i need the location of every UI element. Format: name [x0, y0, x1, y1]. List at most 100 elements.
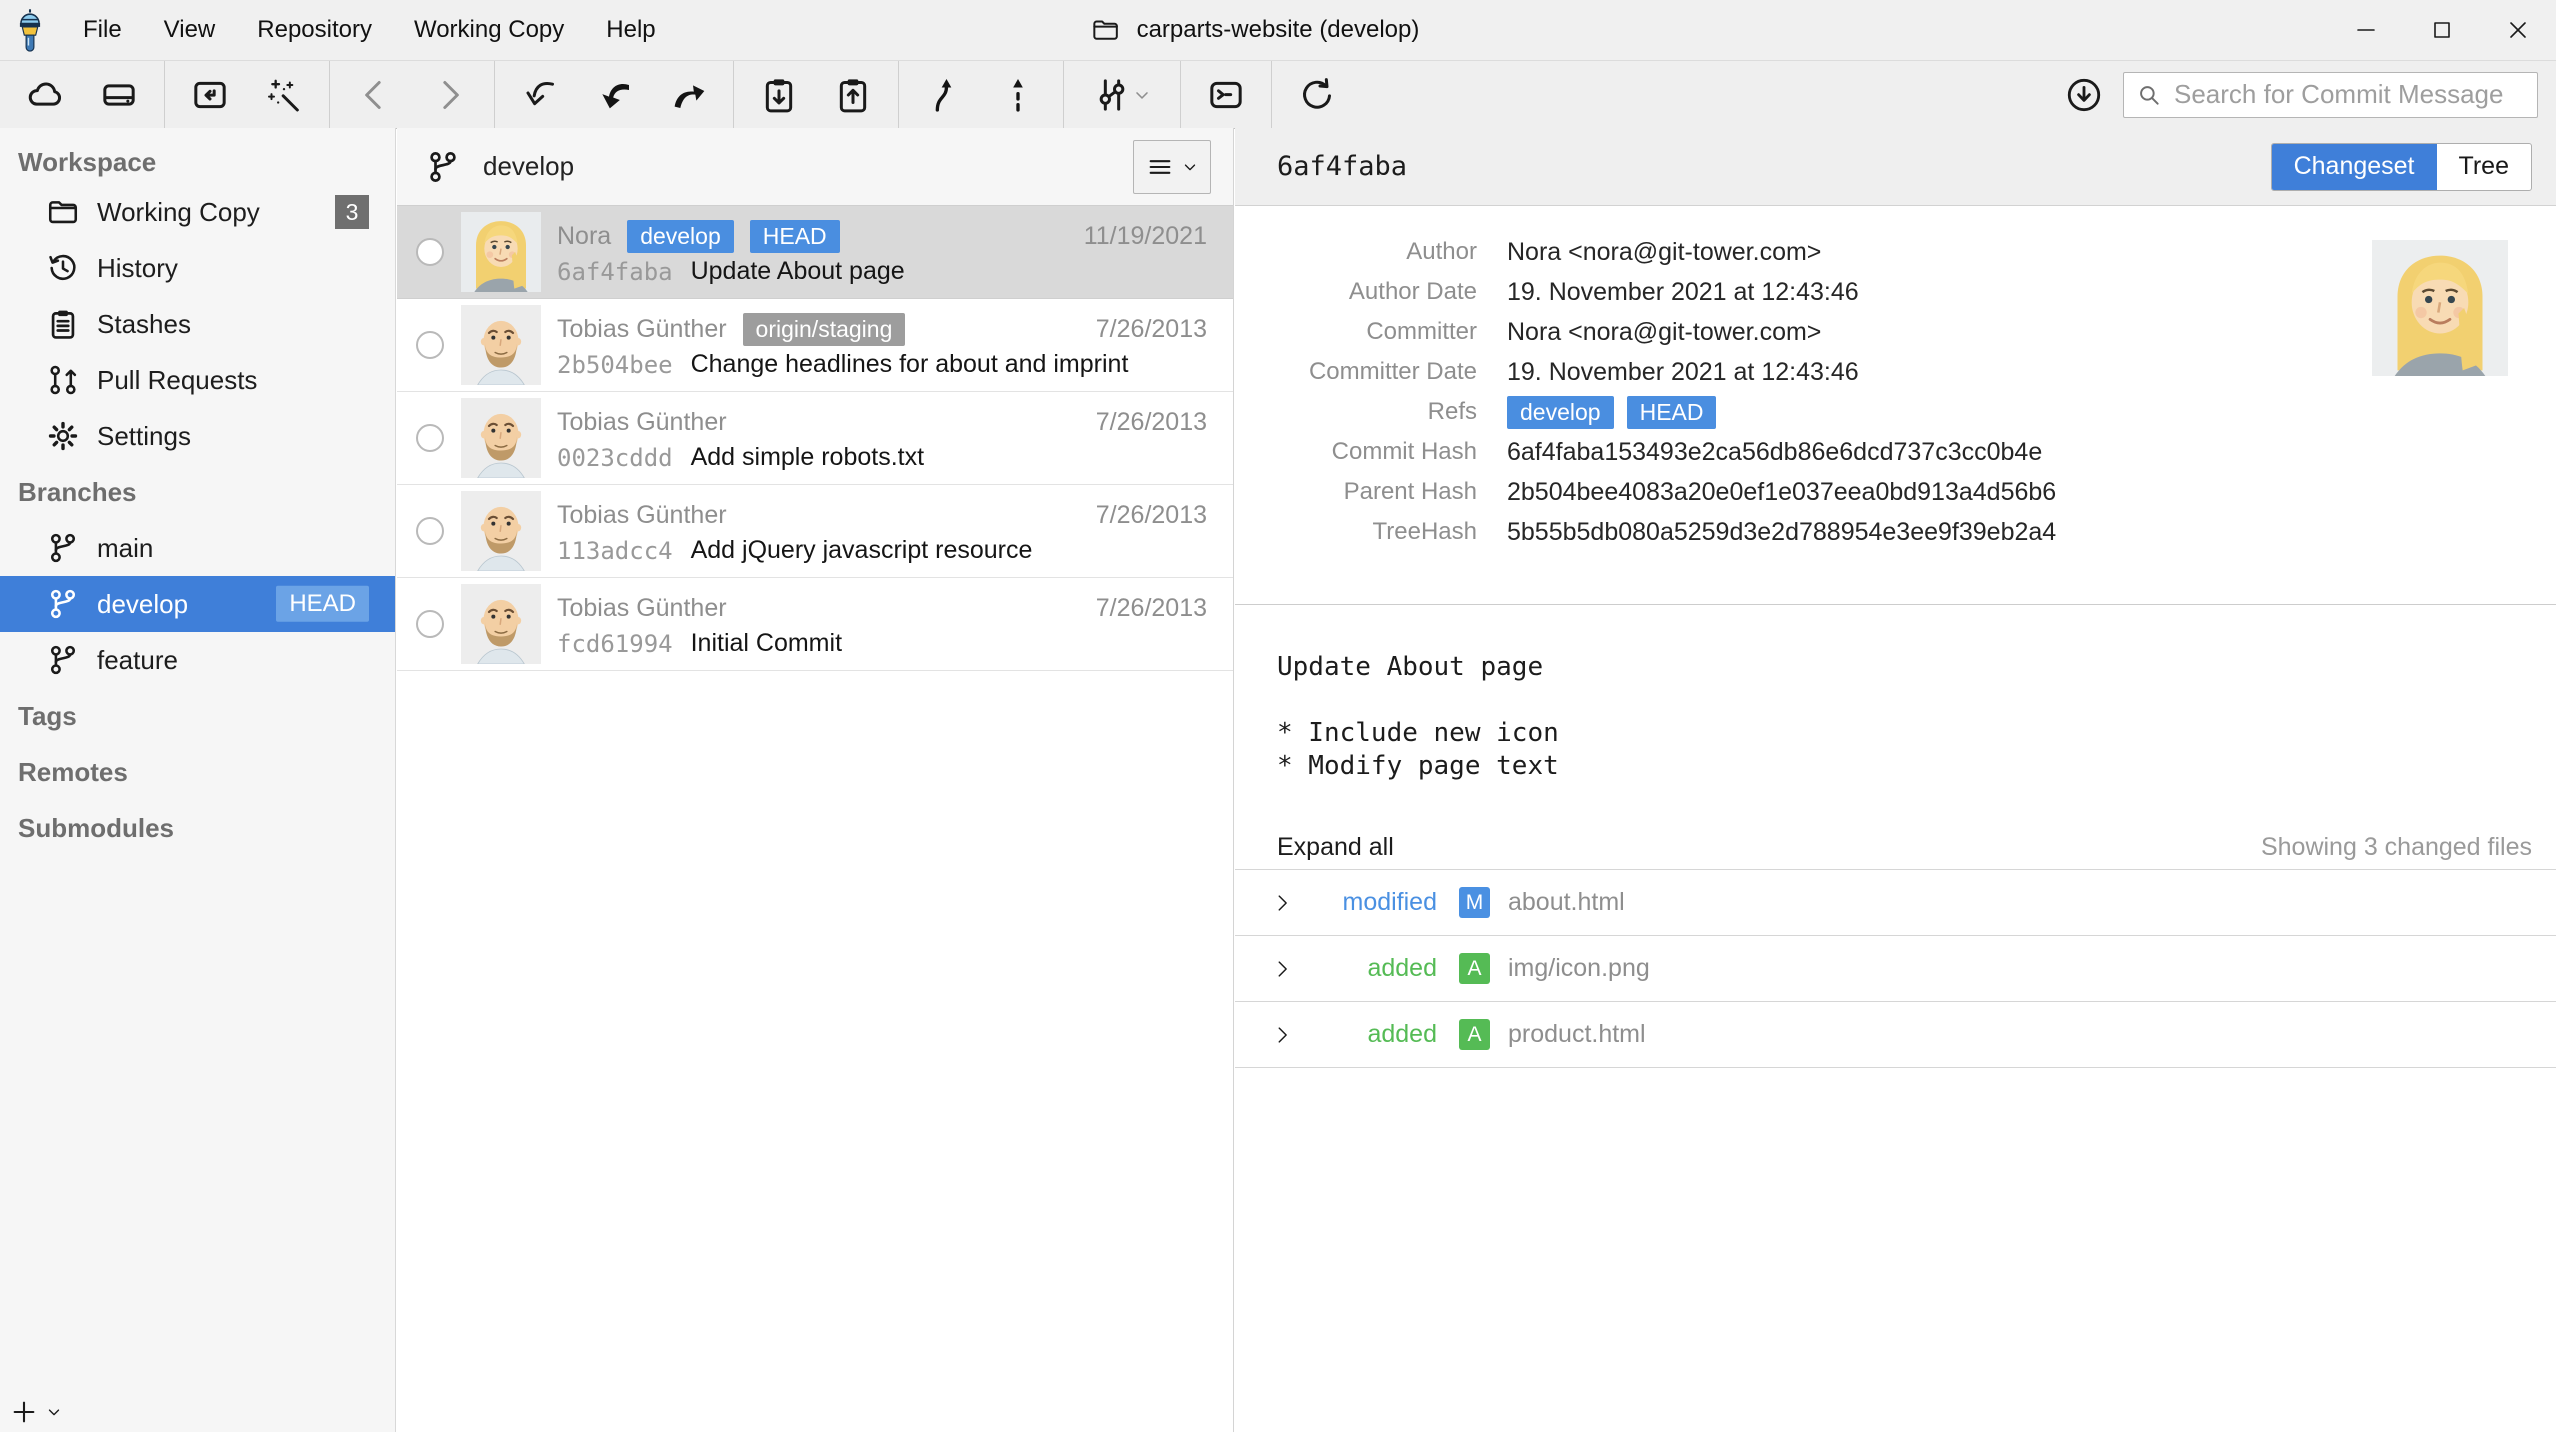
stash-save-button[interactable]: [746, 68, 812, 122]
commit-date: 7/26/2013: [1096, 594, 1207, 623]
commit-date: 7/26/2013: [1096, 315, 1207, 344]
field-value: 19. November 2021 at 12:43:46: [1507, 358, 1859, 387]
folder-icon: [46, 195, 80, 229]
add-repository-button[interactable]: [10, 1398, 63, 1426]
sidebar-item-working-copy[interactable]: Working Copy 3: [0, 184, 395, 240]
clipboard-down-icon: [759, 75, 799, 115]
branch-icon: [46, 531, 80, 565]
gear-icon: [46, 419, 80, 453]
quick-actions-button[interactable]: [251, 68, 317, 122]
search-input[interactable]: [2172, 78, 2525, 111]
commit-list-panel: develop: [397, 128, 1234, 1432]
detail-body: Author Nora <nora@git-tower.com> Author …: [1235, 206, 2556, 1432]
menu-view[interactable]: View: [143, 0, 237, 60]
pull-button[interactable]: [581, 68, 647, 122]
added-badge: A: [1459, 953, 1490, 984]
services-button[interactable]: [12, 68, 78, 122]
commit-author: Nora: [557, 222, 611, 251]
minimize-button[interactable]: [2328, 0, 2404, 60]
commit-graph-node: [416, 424, 444, 452]
menu-help[interactable]: Help: [585, 0, 676, 60]
close-button[interactable]: [2480, 0, 2556, 60]
sidebar-item-label: Settings: [97, 421, 191, 452]
compare-button[interactable]: [1076, 68, 1168, 122]
avatar-nora: [461, 212, 541, 292]
maximize-button[interactable]: [2404, 0, 2480, 60]
commit-row[interactable]: Tobias Günther 7/26/2013 113adcc4 Add jQ…: [397, 485, 1233, 578]
commit-message: Update About page: [691, 257, 905, 286]
menu-file[interactable]: File: [62, 0, 143, 60]
chevron-right-icon: [1271, 892, 1297, 914]
commit-message-block: Update About page * Include new icon * M…: [1235, 605, 2556, 783]
tower-app-window: File View Repository Working Copy Help c…: [0, 0, 2556, 1432]
chevron-down-icon: [1132, 85, 1152, 105]
toolbar: [0, 60, 2556, 129]
working-copy-count-badge: 3: [335, 195, 369, 229]
commit-message: Change headlines for about and imprint: [691, 350, 1129, 379]
sidebar-item-pull-requests[interactable]: Pull Requests: [0, 352, 395, 408]
commit-hash: 0023cddd: [557, 444, 673, 472]
chevron-right-icon: [1271, 1024, 1297, 1046]
fetch-button[interactable]: [507, 68, 573, 122]
forward-button[interactable]: [416, 68, 482, 122]
pull-request-icon: [46, 363, 80, 397]
window-title: carparts-website (develop): [1091, 15, 1420, 45]
sidebar-item-settings[interactable]: Settings: [0, 408, 395, 464]
commit-row[interactable]: Tobias Günther origin/staging 7/26/2013 …: [397, 299, 1233, 392]
commit-graph-node: [416, 331, 444, 359]
sidebar-item-label: Working Copy: [97, 197, 260, 228]
sidebar-item-branch-develop[interactable]: develop HEAD: [0, 576, 395, 632]
back-button[interactable]: [342, 68, 408, 122]
push-button[interactable]: [655, 68, 721, 122]
commit-row[interactable]: Tobias Günther 7/26/2013 0023cddd Add si…: [397, 392, 1233, 485]
commit-message: Add jQuery javascript resource: [691, 536, 1033, 565]
commit-row[interactable]: Tobias Günther 7/26/2013 fcd61994 Initia…: [397, 578, 1233, 671]
open-repository-button[interactable]: [177, 68, 243, 122]
commit-list-options-button[interactable]: [1133, 140, 1211, 194]
branch-icon: [425, 149, 461, 185]
commit-author: Tobias Günther: [557, 408, 727, 437]
commit-message-line: * Modify page text: [1277, 750, 2556, 783]
tab-tree[interactable]: Tree: [2437, 144, 2531, 190]
commit-hash: 6af4faba: [557, 258, 673, 286]
field-label: Author: [1235, 238, 1477, 266]
head-ref-badge: HEAD: [750, 220, 840, 253]
branch-label: feature: [97, 645, 178, 676]
sidebar-item-stashes[interactable]: Stashes: [0, 296, 395, 352]
commit-row[interactable]: Nora develop HEAD 11/19/2021 6af4faba Up…: [397, 206, 1233, 299]
menu-bar: File View Repository Working Copy Help: [62, 0, 677, 60]
field-label: TreeHash: [1235, 518, 1477, 546]
changed-file-row[interactable]: added A img/icon.png: [1235, 936, 2556, 1002]
field-commit-hash: Commit Hash 6af4faba153493e2ca56db86e6dc…: [1235, 432, 2556, 472]
commit-hash: 113adcc4: [557, 537, 673, 565]
field-parent-hash: Parent Hash 2b504bee4083a20e0ef1e037eea0…: [1235, 472, 2556, 512]
expand-all-button[interactable]: Expand all: [1277, 833, 1394, 862]
avatar-tobias: [461, 305, 541, 385]
sidebar-item-history[interactable]: History: [0, 240, 395, 296]
tab-changeset[interactable]: Changeset: [2272, 144, 2437, 190]
file-status: added: [1301, 954, 1437, 983]
merge-button[interactable]: [911, 68, 977, 122]
stash-apply-button[interactable]: [820, 68, 886, 122]
refresh-button[interactable]: [1284, 68, 1350, 122]
field-refs: Refs develop HEAD: [1235, 392, 2556, 432]
changed-file-row[interactable]: added A product.html: [1235, 1002, 2556, 1068]
branch-label: main: [97, 533, 153, 564]
sidebar-item-branch-feature[interactable]: feature: [0, 632, 395, 688]
sidebar-section-remotes: Remotes: [0, 744, 395, 800]
pull-arrow-icon: [594, 75, 634, 115]
field-author-date: Author Date 19. November 2021 at 12:43:4…: [1235, 272, 2556, 312]
avatar-tobias: [461, 491, 541, 571]
commit-hash: fcd61994: [557, 630, 673, 658]
remote-ref-badge: origin/staging: [743, 313, 906, 346]
changed-file-row[interactable]: modified M about.html: [1235, 870, 2556, 936]
terminal-button[interactable]: [1193, 68, 1259, 122]
rebase-button[interactable]: [985, 68, 1051, 122]
menu-working-copy[interactable]: Working Copy: [393, 0, 585, 60]
field-committer: Committer Nora <nora@git-tower.com>: [1235, 312, 2556, 352]
download-circle-icon: [2065, 76, 2103, 114]
sidebar-item-branch-main[interactable]: main: [0, 520, 395, 576]
menu-repository[interactable]: Repository: [236, 0, 393, 60]
local-repositories-button[interactable]: [86, 68, 152, 122]
updates-button[interactable]: [2065, 76, 2103, 114]
